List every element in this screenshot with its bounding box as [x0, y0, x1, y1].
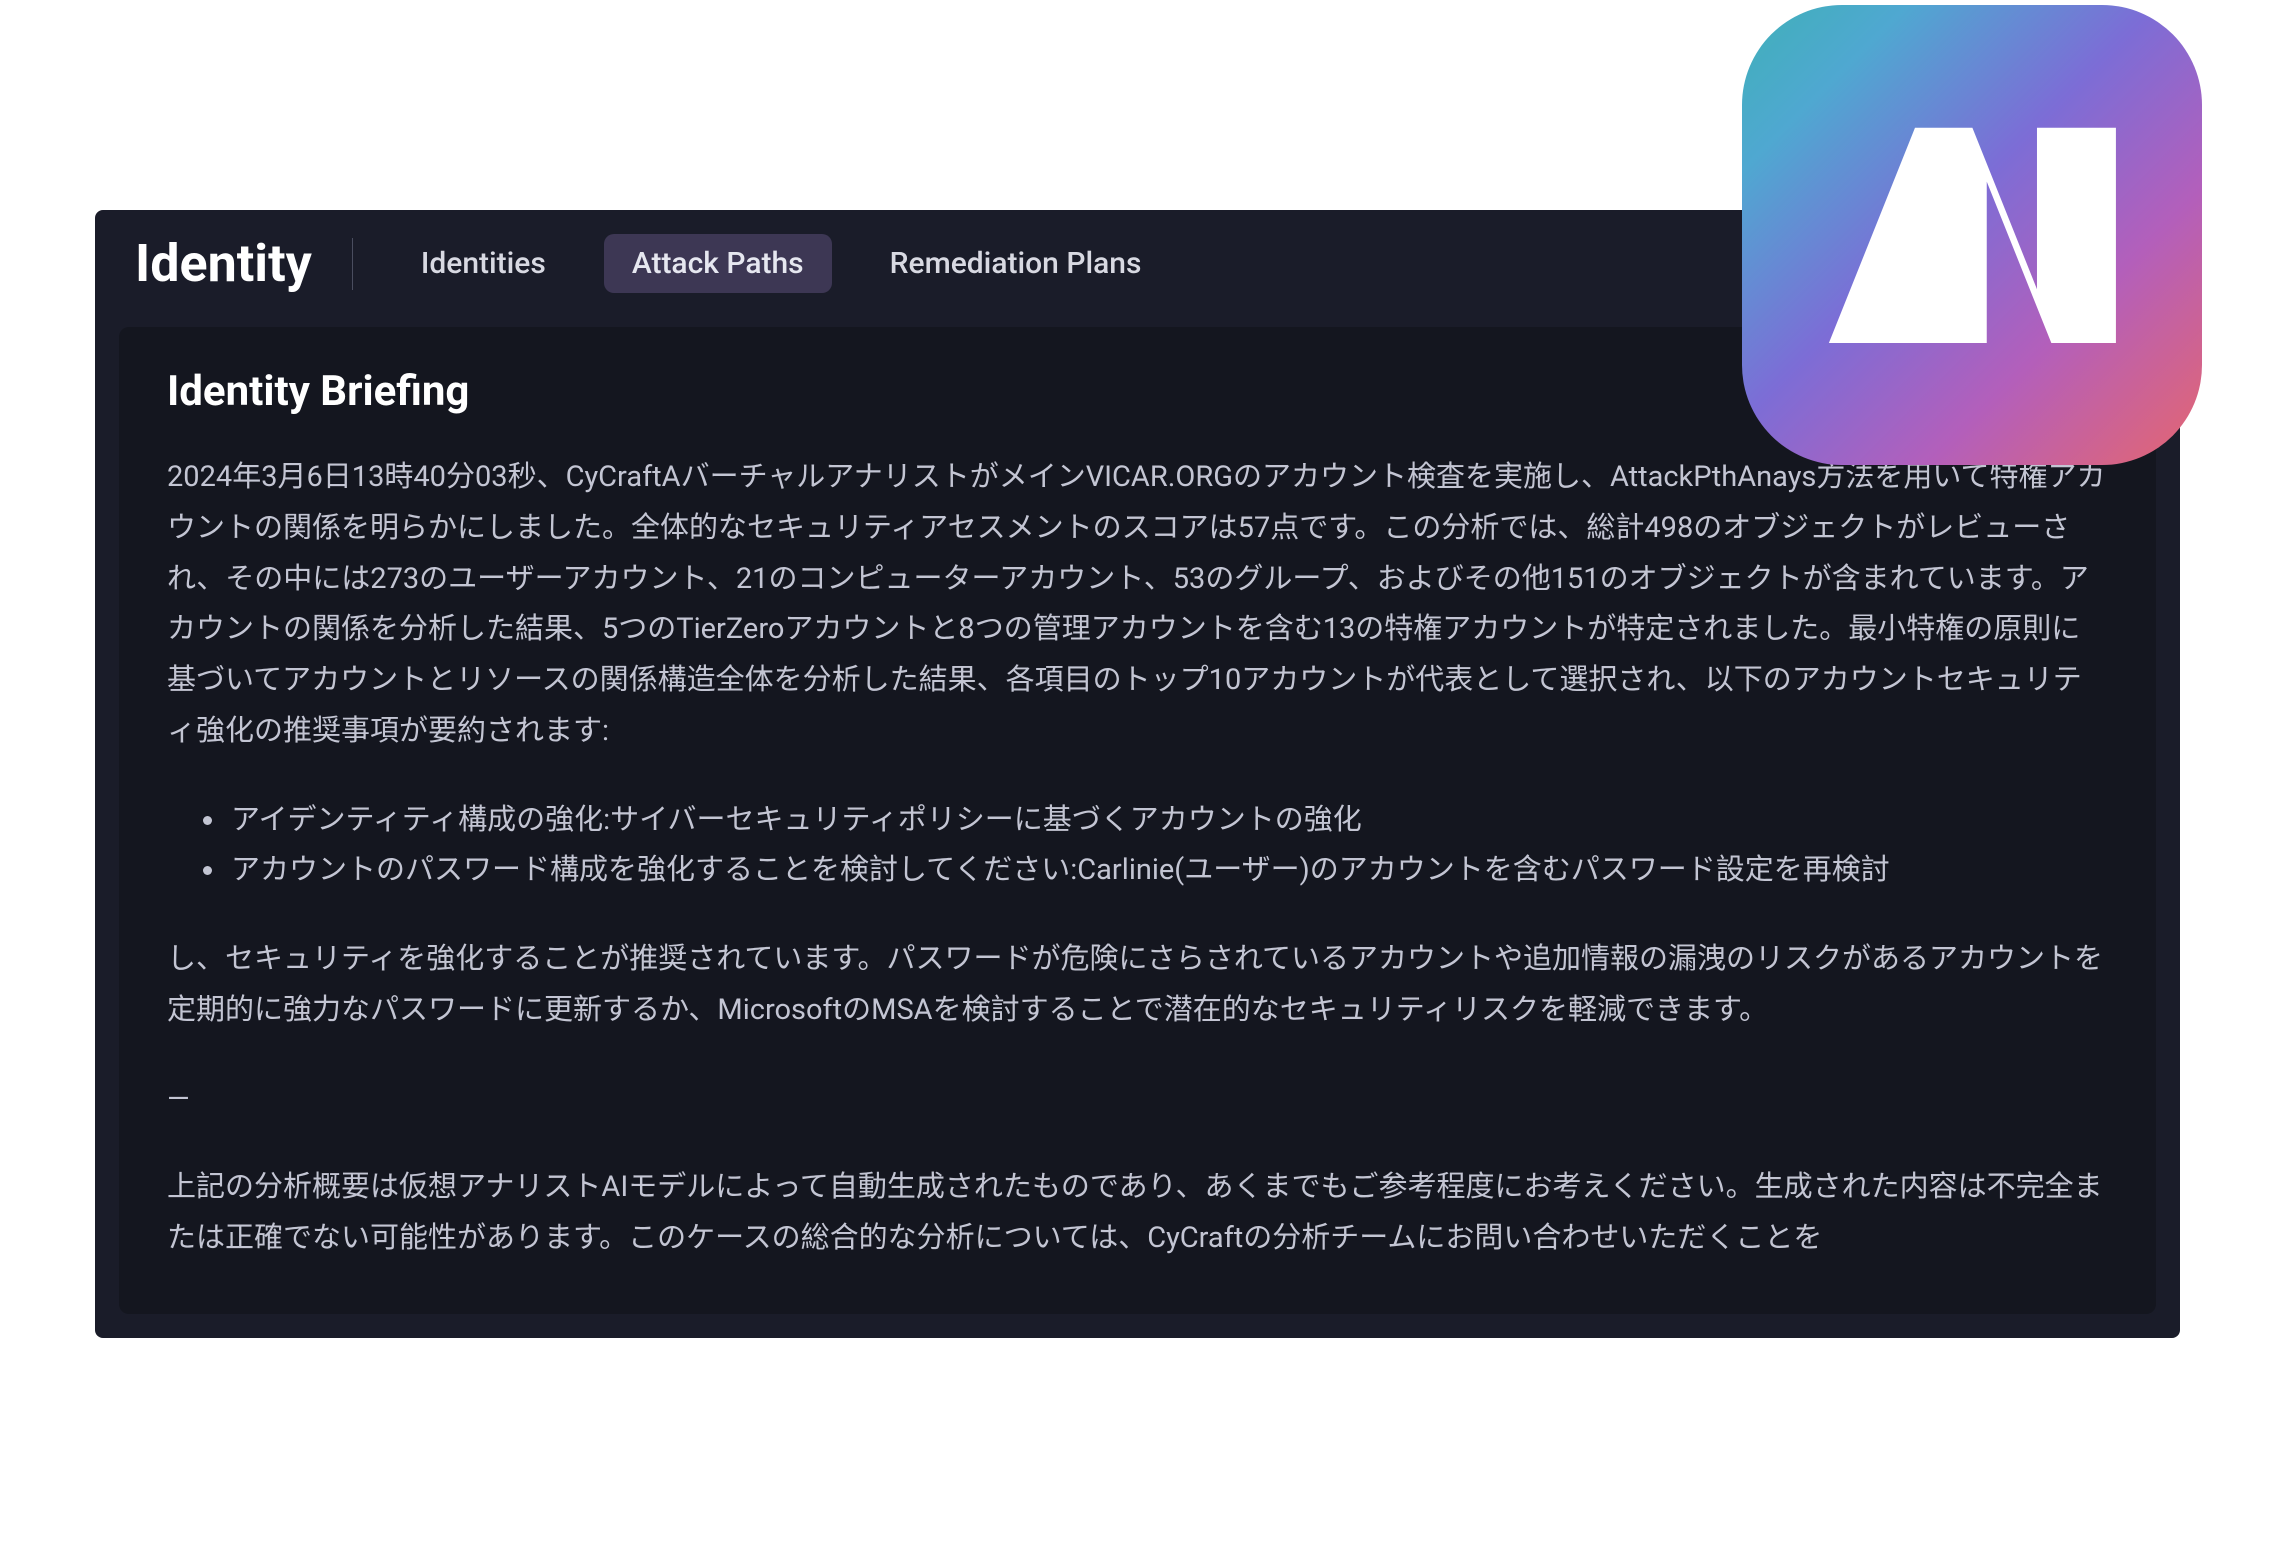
briefing-paragraph-2: し、セキュリティを強化することが推奨されています。パスワードが危険にさらされてい… — [167, 934, 2108, 1036]
briefing-paragraph-3: 上記の分析概要は仮想アナリストAIモデルによって自動生成されたものであり、あくま… — [167, 1162, 2108, 1264]
separator: — — [167, 1074, 2108, 1125]
tab-identities[interactable]: Identities — [393, 234, 574, 293]
recommendation-item: アカウントのパスワード構成を強化することを検討してください:Carlinie(ユ… — [227, 845, 2108, 896]
tab-remediation-plans[interactable]: Remediation Plans — [862, 234, 1170, 293]
recommendation-item: アイデンティティ構成の強化:サイバーセキュリティポリシーに基づくアカウントの強化 — [227, 795, 2108, 846]
ai-logo-badge — [1742, 5, 2202, 465]
briefing-paragraph-1: 2024年3月6日13時40分03秒、CyCraftAバーチャルアナリストがメイ… — [167, 452, 2108, 757]
app-title: Identity — [135, 238, 353, 290]
identity-briefing-panel: Identity Briefing 2024年3月6日13時40分03秒、CyC… — [119, 327, 2156, 1314]
ai-logo-icon — [1793, 56, 2152, 415]
recommendation-list: アイデンティティ構成の強化:サイバーセキュリティポリシーに基づくアカウントの強化… — [227, 795, 2108, 897]
tab-attack-paths[interactable]: Attack Paths — [604, 234, 832, 293]
